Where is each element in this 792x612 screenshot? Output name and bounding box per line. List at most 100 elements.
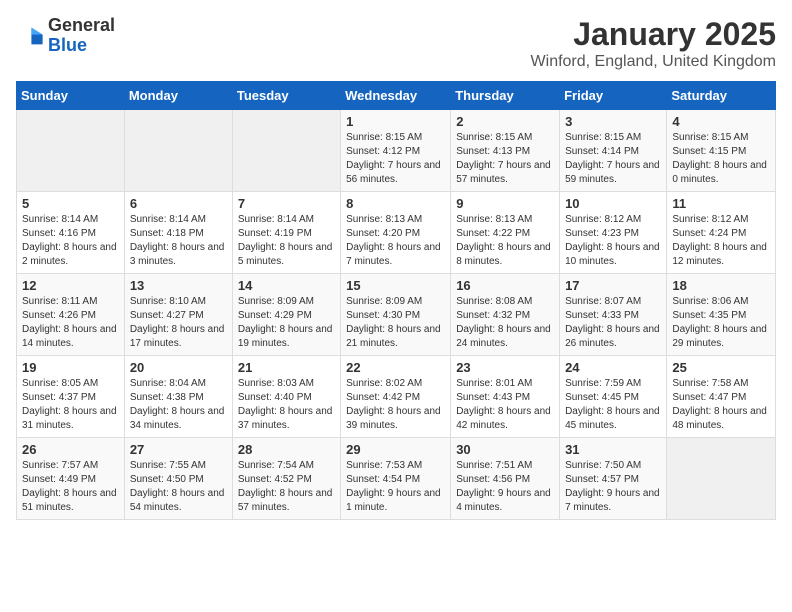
day-info: Sunrise: 8:12 AM Sunset: 4:24 PM Dayligh… [672, 213, 770, 269]
calendar-cell: 16 Sunrise: 8:08 AM Sunset: 4:32 PM Dayli… [451, 274, 560, 356]
day-info: Sunrise: 8:15 AM Sunset: 4:12 PM Dayligh… [346, 131, 445, 187]
calendar-week-1: 5Sunrise: 8:14 AM Sunset: 4:16 PM Daylig… [17, 192, 776, 274]
header-monday: Monday [124, 82, 232, 110]
day-number: 17 [565, 278, 661, 293]
day-number: 15 [346, 278, 445, 293]
day-number: 22 [346, 360, 445, 375]
calendar-cell: 31Sunrise: 7:50 AM Sunset: 4:57 PM Dayli… [560, 438, 667, 520]
day-number: 2 [456, 114, 554, 129]
header-saturday: Saturday [667, 82, 776, 110]
calendar-subtitle: Winford, England, United Kingdom [531, 53, 776, 71]
title-area: January 2025 Winford, England, United Ki… [531, 16, 776, 71]
day-number: 19 [22, 360, 119, 375]
calendar-cell [17, 110, 125, 192]
calendar-week-0: 1 Sunrise: 8:15 AM Sunset: 4:12 PM Daylig… [17, 110, 776, 192]
day-number: 27 [130, 442, 227, 457]
day-info: Sunrise: 8:14 AM Sunset: 4:18 PM Dayligh… [130, 213, 227, 269]
calendar-cell: 20 Sunrise: 8:04 AM Sunset: 4:38 PM Dayli… [124, 356, 232, 438]
calendar-cell: 12 Sunrise: 8:11 AM Sunset: 4:26 PM Dayli… [17, 274, 125, 356]
calendar-cell: 29Sunrise: 7:53 AM Sunset: 4:54 PM Dayli… [341, 438, 451, 520]
calendar-cell: 17Sunrise: 8:07 AM Sunset: 4:33 PM Dayli… [560, 274, 667, 356]
logo: General Blue [16, 16, 115, 56]
day-number: 9 [456, 196, 554, 211]
calendar-cell: 4 Sunrise: 8:15 AM Sunset: 4:15 PM Daylig… [667, 110, 776, 192]
day-info: Sunrise: 8:03 AM Sunset: 4:40 PM Dayligh… [238, 377, 335, 433]
day-info: Sunrise: 7:53 AM Sunset: 4:54 PM Dayligh… [346, 459, 445, 515]
calendar-cell: 19 Sunrise: 8:05 AM Sunset: 4:37 PM Dayli… [17, 356, 125, 438]
calendar-cell: 10 Sunrise: 8:12 AM Sunset: 4:23 PM Dayli… [560, 192, 667, 274]
calendar-cell: 27Sunrise: 7:55 AM Sunset: 4:50 PM Dayli… [124, 438, 232, 520]
header-friday: Friday [560, 82, 667, 110]
day-info: Sunrise: 8:14 AM Sunset: 4:19 PM Dayligh… [238, 213, 335, 269]
calendar-cell: 18Sunrise: 8:06 AM Sunset: 4:35 PM Dayli… [667, 274, 776, 356]
calendar-cell: 21 Sunrise: 8:03 AM Sunset: 4:40 PM Dayli… [232, 356, 340, 438]
day-info: Sunrise: 7:57 AM Sunset: 4:49 PM Dayligh… [22, 459, 119, 515]
day-number: 30 [456, 442, 554, 457]
day-number: 8 [346, 196, 445, 211]
logo-blue: Blue [48, 35, 87, 55]
day-info: Sunrise: 8:09 AM Sunset: 4:30 PM Dayligh… [346, 295, 445, 351]
calendar-cell: 3Sunrise: 8:15 AM Sunset: 4:14 PM Daylig… [560, 110, 667, 192]
day-info: Sunrise: 8:10 AM Sunset: 4:27 PM Dayligh… [130, 295, 227, 351]
day-number: 4 [672, 114, 770, 129]
day-number: 14 [238, 278, 335, 293]
calendar-cell: 25 Sunrise: 7:58 AM Sunset: 4:47 PM Dayli… [667, 356, 776, 438]
logo-general: General [48, 15, 115, 35]
calendar-cell: 6 Sunrise: 8:14 AM Sunset: 4:18 PM Daylig… [124, 192, 232, 274]
calendar-cell: 22 Sunrise: 8:02 AM Sunset: 4:42 PM Dayli… [341, 356, 451, 438]
day-info: Sunrise: 8:15 AM Sunset: 4:13 PM Dayligh… [456, 131, 554, 187]
header-wednesday: Wednesday [341, 82, 451, 110]
calendar-cell: 26Sunrise: 7:57 AM Sunset: 4:49 PM Dayli… [17, 438, 125, 520]
day-number: 1 [346, 114, 445, 129]
day-info: Sunrise: 8:12 AM Sunset: 4:23 PM Dayligh… [565, 213, 661, 269]
calendar-cell: 28 Sunrise: 7:54 AM Sunset: 4:52 PM Dayli… [232, 438, 340, 520]
day-info: Sunrise: 8:09 AM Sunset: 4:29 PM Dayligh… [238, 295, 335, 351]
calendar-cell: 2 Sunrise: 8:15 AM Sunset: 4:13 PM Daylig… [451, 110, 560, 192]
logo-text: General Blue [48, 16, 115, 56]
calendar-cell: 23Sunrise: 8:01 AM Sunset: 4:43 PM Dayli… [451, 356, 560, 438]
day-number: 25 [672, 360, 770, 375]
day-info: Sunrise: 8:01 AM Sunset: 4:43 PM Dayligh… [456, 377, 554, 433]
day-info: Sunrise: 8:13 AM Sunset: 4:20 PM Dayligh… [346, 213, 445, 269]
day-number: 21 [238, 360, 335, 375]
day-number: 20 [130, 360, 227, 375]
day-info: Sunrise: 8:15 AM Sunset: 4:15 PM Dayligh… [672, 131, 770, 187]
day-number: 16 [456, 278, 554, 293]
day-info: Sunrise: 8:02 AM Sunset: 4:42 PM Dayligh… [346, 377, 445, 433]
calendar-cell [124, 110, 232, 192]
calendar-cell: 8 Sunrise: 8:13 AM Sunset: 4:20 PM Daylig… [341, 192, 451, 274]
day-number: 5 [22, 196, 119, 211]
calendar-week-4: 26Sunrise: 7:57 AM Sunset: 4:49 PM Dayli… [17, 438, 776, 520]
calendar-cell: 11Sunrise: 8:12 AM Sunset: 4:24 PM Dayli… [667, 192, 776, 274]
header-tuesday: Tuesday [232, 82, 340, 110]
calendar-cell: 14 Sunrise: 8:09 AM Sunset: 4:29 PM Dayli… [232, 274, 340, 356]
day-info: Sunrise: 8:13 AM Sunset: 4:22 PM Dayligh… [456, 213, 554, 269]
day-number: 13 [130, 278, 227, 293]
calendar-cell: 30Sunrise: 7:51 AM Sunset: 4:56 PM Dayli… [451, 438, 560, 520]
header: General Blue January 2025 Winford, Engla… [16, 16, 776, 71]
day-info: Sunrise: 7:58 AM Sunset: 4:47 PM Dayligh… [672, 377, 770, 433]
calendar-table: Sunday Monday Tuesday Wednesday Thursday… [16, 81, 776, 520]
day-number: 3 [565, 114, 661, 129]
day-number: 10 [565, 196, 661, 211]
day-number: 28 [238, 442, 335, 457]
calendar-cell: 24Sunrise: 7:59 AM Sunset: 4:45 PM Dayli… [560, 356, 667, 438]
header-sunday: Sunday [17, 82, 125, 110]
day-info: Sunrise: 8:04 AM Sunset: 4:38 PM Dayligh… [130, 377, 227, 433]
header-thursday: Thursday [451, 82, 560, 110]
day-number: 7 [238, 196, 335, 211]
calendar-cell: 15 Sunrise: 8:09 AM Sunset: 4:30 PM Dayli… [341, 274, 451, 356]
day-info: Sunrise: 8:11 AM Sunset: 4:26 PM Dayligh… [22, 295, 119, 351]
day-number: 6 [130, 196, 227, 211]
calendar-cell: 7 Sunrise: 8:14 AM Sunset: 4:19 PM Daylig… [232, 192, 340, 274]
logo-icon [16, 22, 44, 50]
day-number: 12 [22, 278, 119, 293]
day-info: Sunrise: 7:54 AM Sunset: 4:52 PM Dayligh… [238, 459, 335, 515]
day-info: Sunrise: 8:06 AM Sunset: 4:35 PM Dayligh… [672, 295, 770, 351]
day-info: Sunrise: 8:05 AM Sunset: 4:37 PM Dayligh… [22, 377, 119, 433]
day-info: Sunrise: 7:59 AM Sunset: 4:45 PM Dayligh… [565, 377, 661, 433]
calendar-week-3: 19 Sunrise: 8:05 AM Sunset: 4:37 PM Dayli… [17, 356, 776, 438]
calendar-cell [667, 438, 776, 520]
day-info: Sunrise: 8:08 AM Sunset: 4:32 PM Dayligh… [456, 295, 554, 351]
header-row: Sunday Monday Tuesday Wednesday Thursday… [17, 82, 776, 110]
